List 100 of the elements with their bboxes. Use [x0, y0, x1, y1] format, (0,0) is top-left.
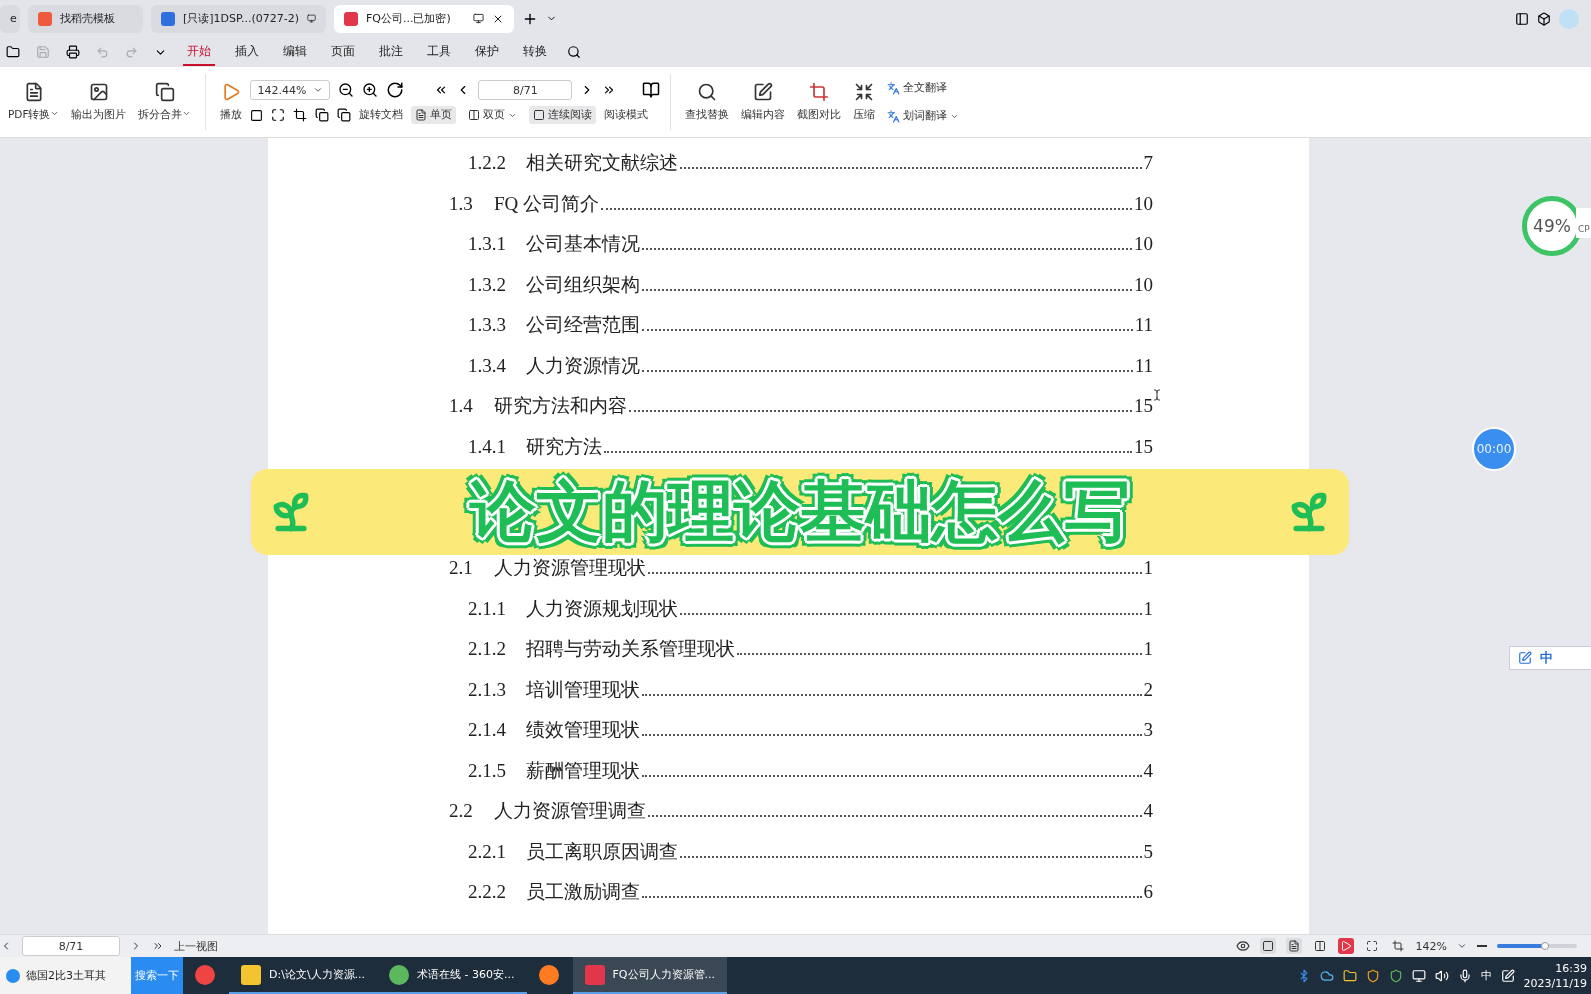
section-title: 公司经营范围 — [526, 313, 640, 338]
toolbar-button[interactable]: 旋转文档 — [359, 108, 404, 122]
section-number: 2.1.1 — [468, 597, 507, 620]
menu-tab[interactable]: 编辑 — [279, 38, 311, 66]
button-label: PDF转换 — [8, 108, 60, 122]
app-icon — [538, 964, 559, 985]
cpu-label: CP — [1576, 208, 1591, 238]
page-number: 1 — [1143, 597, 1153, 620]
section-title: 绩效管理现状 — [526, 718, 640, 743]
continuous-view-icon[interactable] — [1259, 938, 1276, 954]
page-number: 10 — [1134, 273, 1153, 296]
eye-icon[interactable] — [1235, 939, 1250, 953]
microphone-icon[interactable] — [1457, 968, 1472, 983]
toolbar-button[interactable]: 编辑内容 — [737, 80, 790, 124]
notes-icon[interactable] — [1500, 968, 1515, 983]
network-icon[interactable] — [1411, 968, 1426, 983]
toolbar-button[interactable]: 查找替换 — [681, 80, 734, 124]
fit-page-icon[interactable] — [271, 108, 286, 122]
page-number: 11 — [1134, 314, 1153, 337]
toolbar-button[interactable]: 截图对比 — [793, 80, 846, 124]
toolbar-button[interactable]: 输出为图片 — [67, 80, 131, 124]
zoom-slider[interactable] — [1497, 944, 1577, 948]
browser-tab[interactable]: FQ公司...已加密) — [334, 4, 514, 33]
clock[interactable]: 16:39 2023/11/19 — [1523, 960, 1587, 991]
page-number: 15 — [1134, 395, 1153, 418]
volume-icon[interactable] — [1434, 968, 1449, 983]
actual-size-icon[interactable] — [250, 108, 264, 122]
book-icon[interactable] — [642, 81, 661, 99]
search-field[interactable]: 德国2比3土耳其 — [0, 957, 131, 994]
app-icon — [241, 964, 261, 985]
taskbar-app[interactable]: FQ公司人力资源管... — [572, 957, 727, 994]
app-icon — [584, 964, 605, 985]
zoom-out-icon[interactable] — [338, 82, 355, 98]
last-page-icon[interactable] — [152, 940, 164, 952]
menu-tab[interactable]: 转换 — [519, 38, 551, 66]
shield-icon[interactable] — [1388, 968, 1403, 983]
panel-icon[interactable] — [1515, 11, 1529, 26]
browser-tab[interactable]: [只读]1DSP...(0727-2) — [151, 4, 326, 33]
zoom-field[interactable]: 142.44% — [250, 80, 331, 100]
cloud-icon[interactable] — [1319, 968, 1334, 983]
view-button[interactable]: 双页 — [464, 106, 522, 124]
page-field[interactable]: 8/71 — [22, 936, 120, 956]
toolbar-button[interactable]: 拆分合并 — [134, 80, 196, 124]
toolbar-button[interactable]: PDF转换 — [4, 80, 64, 124]
toolbar-button[interactable]: 阅读模式 — [604, 108, 649, 122]
page-number: 1 — [1143, 638, 1153, 661]
browser-tab[interactable]: e — [0, 4, 20, 33]
page-number: 7 — [1143, 152, 1153, 175]
browser-tab[interactable]: 找稻壳模板 — [28, 4, 143, 33]
section-number: 2.1 — [449, 557, 474, 580]
toolbar-button[interactable]: 划词翻译 — [883, 107, 964, 125]
ime-indicator[interactable]: 中 — [1480, 968, 1492, 983]
menu-tab[interactable]: 插入 — [231, 38, 263, 66]
toolbar-button[interactable]: 全文翻译 — [883, 79, 964, 97]
edit-icon[interactable] — [1518, 651, 1532, 665]
page-number: 10 — [1134, 192, 1153, 215]
play-button[interactable]: 播放 — [216, 80, 247, 124]
cube-icon[interactable] — [1537, 11, 1551, 26]
search-icon[interactable] — [567, 45, 581, 59]
edit-icon — [753, 82, 774, 102]
section-number: 1.3.1 — [468, 233, 507, 256]
caret-icon — [313, 85, 324, 95]
taskbar-app[interactable]: 术语在线 - 360安... — [377, 957, 527, 994]
folder-icon[interactable] — [6, 45, 20, 59]
menu-tab[interactable]: 页面 — [327, 38, 359, 66]
section-title: 人力资源规划现状 — [526, 596, 678, 621]
page-field[interactable]: 8/71 — [478, 80, 573, 100]
translate-icon — [887, 81, 901, 95]
section-title: 公司组织架构 — [526, 272, 640, 297]
section-title: 员工离职原因调查 — [526, 839, 678, 864]
folder-icon[interactable] — [1342, 968, 1357, 983]
monitor-icon — [307, 13, 316, 24]
toolbar-button[interactable]: 压缩 — [849, 80, 880, 124]
menu-tab[interactable]: 开始 — [183, 38, 215, 66]
rotate-left-icon[interactable] — [315, 108, 330, 122]
play-button[interactable] — [1337, 938, 1354, 954]
shield-icon[interactable] — [1365, 968, 1380, 983]
section-title: 人力资源情况 — [526, 353, 640, 378]
view-button[interactable]: 单页 — [411, 106, 457, 124]
section-title: 公司基本情况 — [526, 232, 640, 257]
print-icon[interactable] — [66, 45, 80, 59]
fit-width-icon[interactable] — [293, 108, 308, 122]
ime-toolbar[interactable]: 中 — [1509, 646, 1591, 670]
page-icon — [415, 109, 428, 121]
search-icon — [697, 82, 718, 102]
browser-icon — [6, 968, 20, 983]
menu-tab[interactable]: 批注 — [375, 38, 407, 66]
zoom-in-icon[interactable] — [362, 82, 379, 98]
taskbar-app[interactable]: D:\论文\人力资源... — [229, 957, 378, 994]
section-title: 相关研究文献综述 — [526, 151, 678, 176]
page-number: 10 — [1134, 233, 1153, 256]
back-view-link[interactable]: 上一视图 — [174, 938, 218, 954]
zoom-value[interactable]: 142% — [1415, 939, 1447, 953]
menu-tab[interactable]: 保护 — [471, 38, 503, 66]
rotate-icon[interactable] — [386, 81, 405, 99]
rotate-right-icon[interactable] — [337, 108, 352, 122]
menu-tab[interactable]: 工具 — [423, 38, 455, 66]
single-page-icon[interactable] — [1285, 938, 1302, 954]
view-button[interactable]: 连续阅读 — [529, 106, 597, 124]
app-icon — [389, 964, 410, 985]
